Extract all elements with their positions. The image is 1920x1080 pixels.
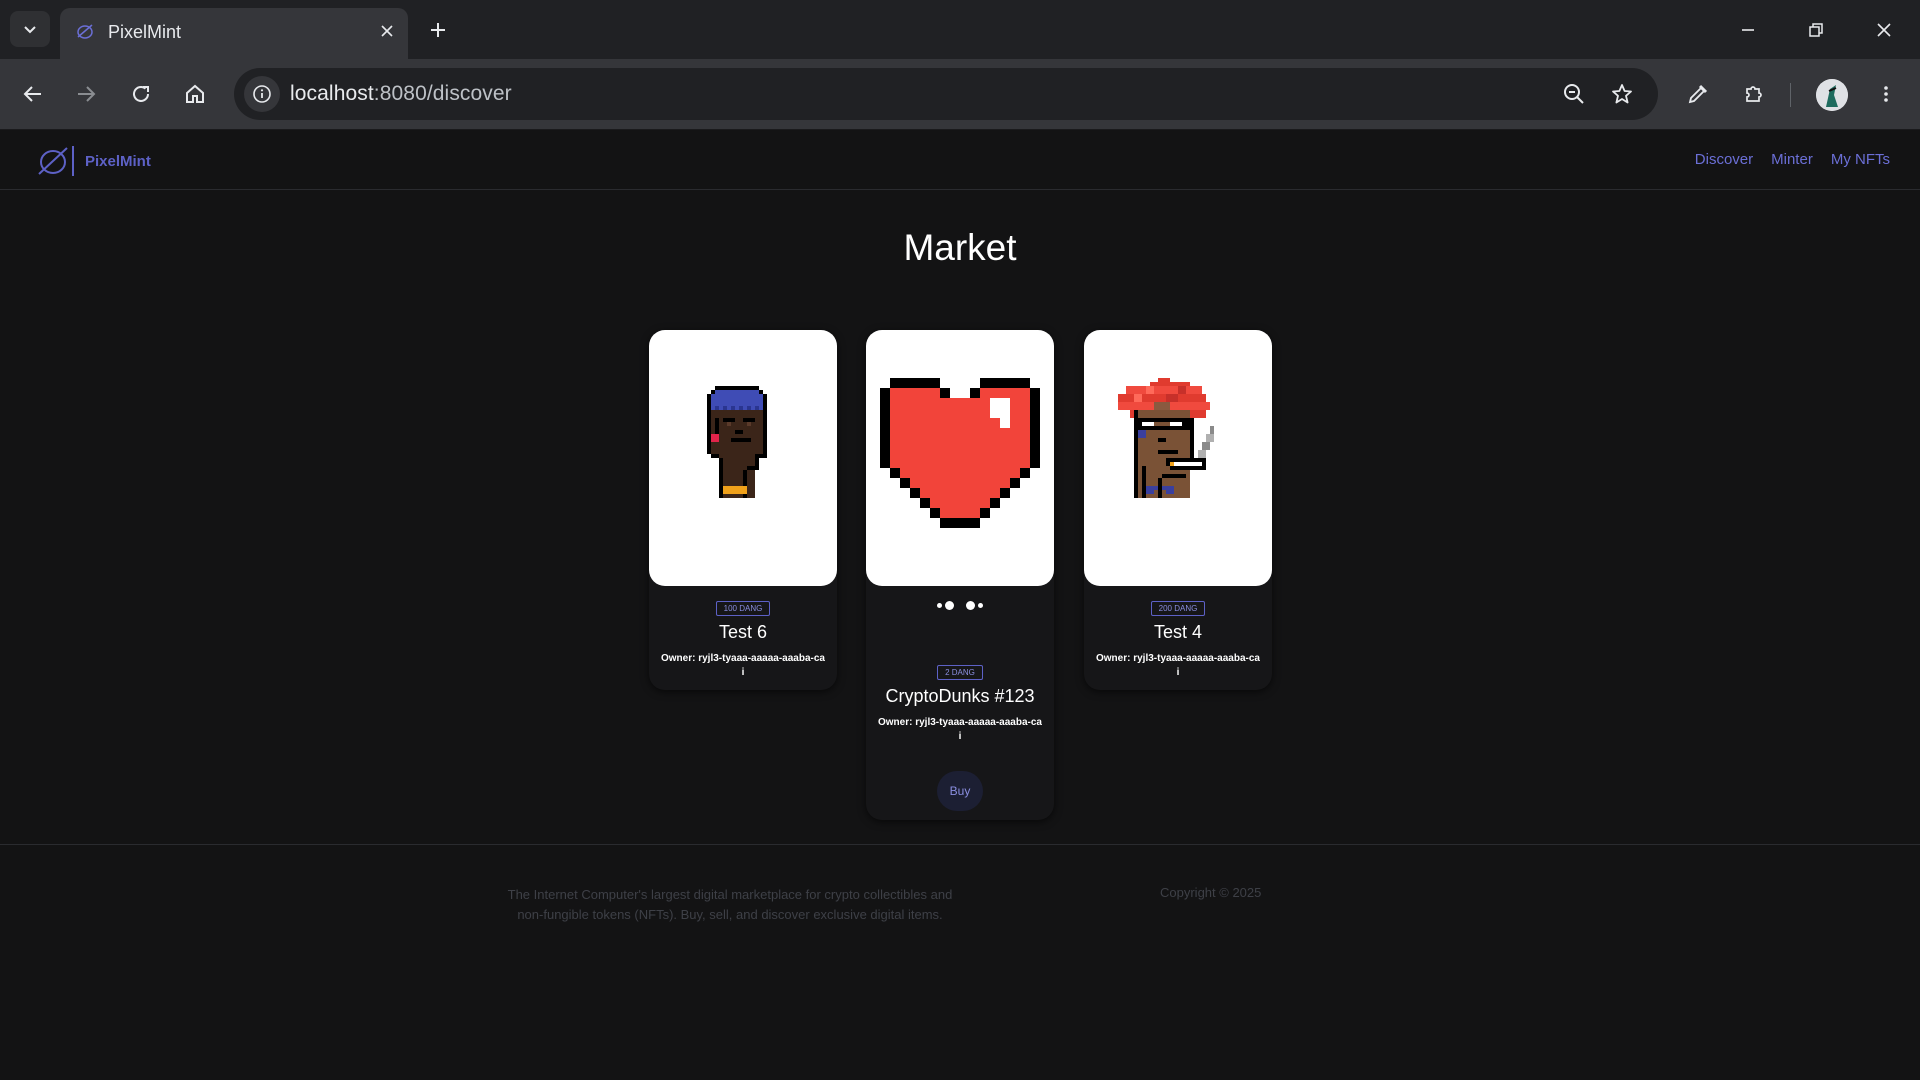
page-title: Market (903, 227, 1017, 268)
browser-menu-button[interactable] (1868, 76, 1904, 112)
eyedropper-icon (1688, 84, 1708, 104)
close-icon (1877, 23, 1891, 37)
browser-toolbar: localhost:8080/discover (0, 59, 1920, 130)
new-tab-button[interactable] (422, 14, 454, 46)
arrow-left-icon (23, 86, 41, 102)
url-path: :8080/discover (373, 82, 512, 105)
minimize-button[interactable] (1726, 10, 1770, 50)
back-button[interactable] (15, 76, 51, 112)
loading-indicator (866, 598, 1054, 612)
extensions-button[interactable] (1736, 76, 1772, 112)
nav-links: Discover Minter My NFTs (1695, 151, 1890, 168)
nft-image[interactable] (649, 330, 837, 586)
nft-image[interactable] (866, 330, 1054, 586)
pixel-heart-image (880, 378, 1040, 528)
address-bar[interactable]: localhost:8080/discover (234, 68, 1658, 120)
nav-link-minter[interactable]: Minter (1771, 151, 1813, 168)
price-badge: 100 DANG (715, 601, 771, 616)
loader-dot (945, 600, 954, 610)
price-badge: 2 DANG (937, 665, 983, 680)
nft-card-body: 200 DANG Test 4 Owner: ryjl3-tyaaa-aaaaa… (1084, 598, 1272, 680)
eyedropper-extension-button[interactable] (1680, 76, 1716, 112)
nft-owner: Owner: ryjl3-tyaaa-aaaaa-aaaba-cai (878, 717, 1042, 742)
tab-title: PixelMint (108, 22, 182, 42)
brand-name[interactable]: PixelMint (85, 153, 151, 170)
forward-button[interactable] (68, 76, 104, 112)
nft-image[interactable] (1084, 330, 1272, 586)
star-icon (1612, 84, 1632, 104)
logo-divider (72, 146, 74, 176)
nft-name: Test 4 (1153, 622, 1203, 642)
pixelmint-logo-icon[interactable] (36, 144, 70, 178)
home-icon (186, 84, 204, 103)
reload-button[interactable] (123, 76, 159, 112)
site-info-button[interactable] (244, 76, 280, 112)
pixelmint-favicon-icon (77, 24, 93, 39)
profile-avatar[interactable] (1816, 79, 1848, 111)
active-tab[interactable]: PixelMint (60, 8, 408, 59)
pixel-punk-beanie-image (707, 386, 767, 498)
close-icon (381, 25, 393, 37)
restore-icon (1809, 23, 1823, 37)
buy-button[interactable]: Buy (937, 771, 983, 811)
nft-card-body: 100 DANG Test 6 Owner: ryjl3-tyaaa-aaaaa… (649, 598, 837, 680)
nft-card[interactable]: 100 DANG Test 6 Owner: ryjl3-tyaaa-aaaaa… (649, 330, 837, 690)
tab-search-button[interactable] (10, 11, 50, 47)
arrow-right-icon (78, 86, 96, 102)
toolbar-separator (1790, 83, 1791, 107)
reload-icon (133, 85, 149, 102)
info-icon (253, 85, 271, 103)
loader-dot (978, 602, 983, 608)
browser-tabstrip: PixelMint (0, 0, 1920, 59)
pixel-punk-red-hair-image (1118, 378, 1214, 502)
url-host: localhost (290, 82, 374, 105)
loader-dot (966, 600, 975, 610)
close-window-button[interactable] (1862, 10, 1906, 50)
footer-line-1: The Internet Computer's largest digital … (507, 887, 953, 902)
nft-name: CryptoDunks #123 (885, 686, 1035, 706)
footer-line-2: non-fungible tokens (NFTs). Buy, sell, a… (517, 907, 943, 922)
nav-link-discover[interactable]: Discover (1695, 151, 1753, 168)
chevron-down-icon (24, 26, 36, 34)
zoom-out-icon (1564, 84, 1584, 104)
minimize-icon (1742, 29, 1754, 31)
site-navbar: PixelMint Discover Minter My NFTs (0, 131, 1920, 190)
nft-card[interactable]: 2 DANG CryptoDunks #123 Owner: ryjl3-tya… (866, 330, 1054, 820)
tab-close-button[interactable] (374, 18, 400, 44)
url-text[interactable]: localhost:8080/discover (290, 82, 512, 106)
nft-owner: Owner: ryjl3-tyaaa-aaaaa-aaaba-cai (1096, 653, 1260, 678)
nft-card-body: 2 DANG CryptoDunks #123 Owner: ryjl3-tya… (866, 598, 1054, 811)
nft-name: Test 6 (718, 622, 768, 642)
plus-icon (431, 23, 445, 37)
more-vertical-icon (1884, 86, 1888, 102)
avatar-icon (1816, 79, 1848, 111)
nft-owner: Owner: ryjl3-tyaaa-aaaaa-aaaba-cai (661, 653, 825, 678)
loader-dot (937, 602, 942, 608)
restore-button[interactable] (1794, 10, 1838, 50)
price-badge: 200 DANG (1150, 601, 1206, 616)
footer-divider (0, 844, 1920, 845)
zoom-button[interactable] (1560, 80, 1588, 108)
nft-card[interactable]: 200 DANG Test 4 Owner: ryjl3-tyaaa-aaaaa… (1084, 330, 1272, 690)
bookmark-button[interactable] (1608, 80, 1636, 108)
page: PixelMint Discover Minter My NFTs Market (0, 131, 1920, 1080)
home-button[interactable] (177, 76, 213, 112)
footer-description: The Internet Computer's largest digital … (480, 885, 980, 925)
puzzle-icon (1746, 86, 1762, 102)
nav-link-my-nfts[interactable]: My NFTs (1831, 151, 1890, 168)
copyright: Copyright © 2025 (1160, 885, 1262, 900)
